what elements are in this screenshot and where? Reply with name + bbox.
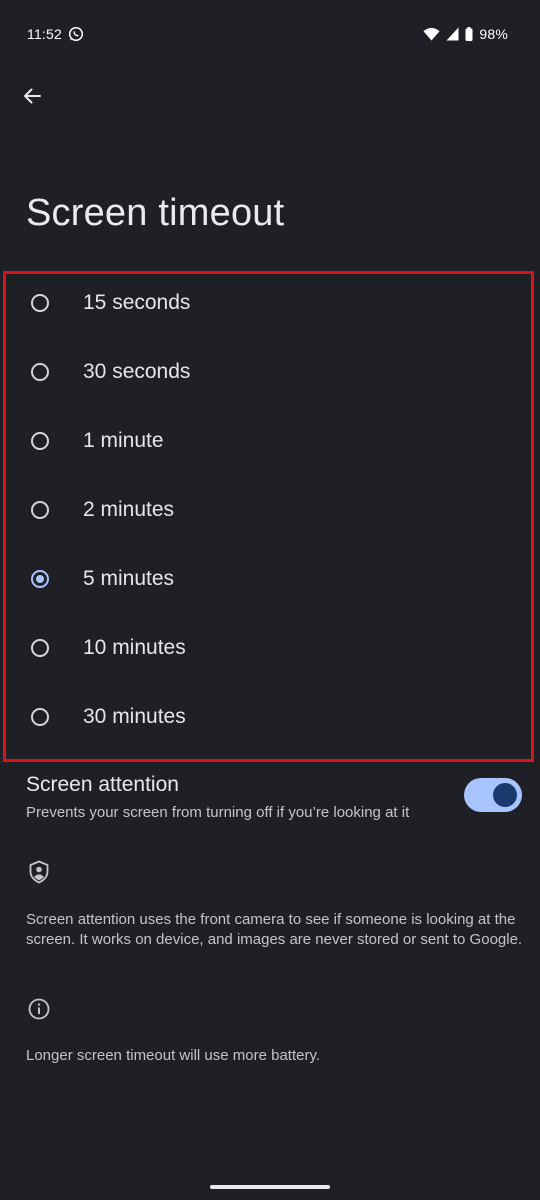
wifi-icon xyxy=(423,27,440,41)
battery-percentage: 98% xyxy=(479,26,508,42)
whatsapp-icon xyxy=(68,26,84,42)
option-label: 2 minutes xyxy=(83,497,175,521)
info-icon xyxy=(28,998,50,1025)
status-bar: 11:52 98% xyxy=(0,0,540,68)
page-title: Screen timeout xyxy=(26,192,285,234)
option-label: 10 minutes xyxy=(83,635,186,659)
option-30-seconds[interactable]: 30 seconds xyxy=(6,337,531,406)
option-5-minutes[interactable]: 5 minutes xyxy=(6,544,531,613)
option-label: 1 minute xyxy=(83,428,164,452)
battery-icon xyxy=(465,27,473,41)
option-2-minutes[interactable]: 2 minutes xyxy=(6,475,531,544)
back-button[interactable] xyxy=(14,80,50,116)
status-right: 98% xyxy=(423,26,508,42)
radio-button[interactable] xyxy=(31,707,49,726)
radio-button[interactable] xyxy=(31,638,49,657)
timeout-options-group: 15 seconds 30 seconds 1 minute 2 minutes… xyxy=(3,271,534,762)
option-label: 15 seconds xyxy=(83,290,191,314)
option-label: 30 seconds xyxy=(83,359,191,383)
option-30-minutes[interactable]: 30 minutes xyxy=(6,682,531,751)
screen-attention-subtitle: Prevents your screen from turning off if… xyxy=(26,804,410,821)
screen-attention-toggle[interactable] xyxy=(464,778,522,812)
option-1-minute[interactable]: 1 minute xyxy=(6,406,531,475)
toggle-thumb xyxy=(493,783,517,807)
radio-button[interactable] xyxy=(31,293,49,312)
screen-attention-row[interactable]: Screen attention Prevents your screen fr… xyxy=(0,770,540,832)
status-time: 11:52 xyxy=(27,26,62,42)
radio-button-selected[interactable] xyxy=(31,569,49,588)
battery-note: Longer screen timeout will use more batt… xyxy=(26,1047,321,1064)
option-label: 5 minutes xyxy=(83,566,175,590)
option-label: 30 minutes xyxy=(83,704,186,728)
cell-signal-icon xyxy=(446,27,459,41)
shield-person-icon xyxy=(28,860,50,889)
radio-button[interactable] xyxy=(31,431,49,450)
option-15-seconds[interactable]: 15 seconds xyxy=(6,268,531,337)
radio-button[interactable] xyxy=(31,362,49,381)
arrow-back-icon xyxy=(22,86,42,111)
radio-button[interactable] xyxy=(31,500,49,519)
privacy-description: Screen attention uses the front camera t… xyxy=(26,911,523,948)
option-10-minutes[interactable]: 10 minutes xyxy=(6,613,531,682)
status-left: 11:52 xyxy=(27,26,84,42)
navigation-handle[interactable] xyxy=(210,1185,330,1189)
screen-attention-title: Screen attention xyxy=(26,773,179,796)
